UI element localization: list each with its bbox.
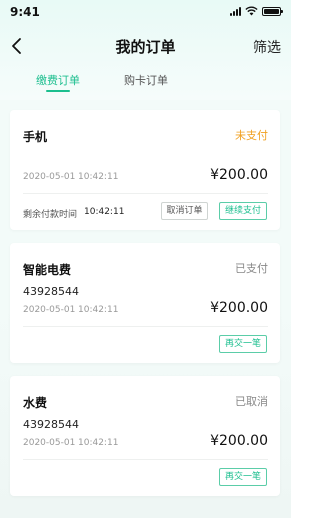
remaining-time-label: 剩余付款时间	[23, 210, 78, 220]
signal-icon	[230, 6, 241, 16]
pay-again-button[interactable]: 再交一笔	[219, 335, 267, 353]
pay-again-button[interactable]: 再交一笔	[219, 468, 267, 486]
status-icons	[230, 6, 283, 16]
order-card[interactable]: 智能电费 已支付 43928544 2020-05-01 10:42:11 ¥2…	[10, 243, 280, 363]
order-time: 10:42:11	[78, 172, 119, 182]
order-title: 水费	[23, 396, 48, 410]
wifi-icon	[245, 6, 258, 16]
order-amount: ¥200.00	[210, 433, 268, 449]
nav-bar: 我的订单 筛选	[0, 28, 291, 64]
order-date: 2020-05-01	[23, 438, 76, 448]
order-tabs: 缴费订单 购卡订单	[0, 68, 291, 96]
order-status: 已支付	[235, 262, 268, 275]
order-amount: ¥200.00	[210, 167, 268, 183]
filter-button[interactable]: 筛选	[253, 37, 281, 57]
remaining-time-value: 10:42:11	[84, 207, 125, 217]
tab-payment-orders[interactable]: 缴费订单	[36, 72, 80, 88]
order-time: 10:42:11	[78, 438, 119, 448]
order-status: 已取消	[235, 395, 268, 408]
order-card[interactable]: 手机 未支付 2020-05-01 10:42:11 ¥200.00 剩余付款时…	[10, 110, 280, 230]
order-status: 未支付	[235, 129, 268, 142]
order-date: 2020-05-01	[23, 172, 76, 182]
continue-payment-button[interactable]: 继续支付	[219, 202, 267, 220]
order-date: 2020-05-01	[23, 305, 76, 315]
back-button[interactable]	[8, 34, 28, 58]
card-divider	[23, 459, 268, 460]
order-title: 智能电费	[23, 263, 72, 277]
status-time: 9:41	[10, 5, 40, 19]
order-card[interactable]: 水费 已取消 43928544 2020-05-01 10:42:11 ¥200…	[10, 376, 280, 496]
chevron-left-icon	[12, 38, 21, 54]
cancel-order-button[interactable]: 取消订单	[161, 202, 208, 220]
account-number: 43928544	[23, 285, 79, 298]
active-tab-indicator	[46, 90, 70, 92]
account-number: 43928544	[23, 418, 79, 431]
card-divider	[23, 326, 268, 327]
page-title: 我的订单	[115, 38, 176, 56]
order-title: 手机	[23, 130, 48, 144]
tab-card-orders[interactable]: 购卡订单	[124, 72, 168, 88]
order-amount: ¥200.00	[210, 300, 268, 316]
status-bar: 9:41	[0, 0, 291, 24]
card-divider	[23, 193, 268, 194]
order-time: 10:42:11	[78, 305, 119, 315]
battery-icon	[262, 6, 283, 16]
